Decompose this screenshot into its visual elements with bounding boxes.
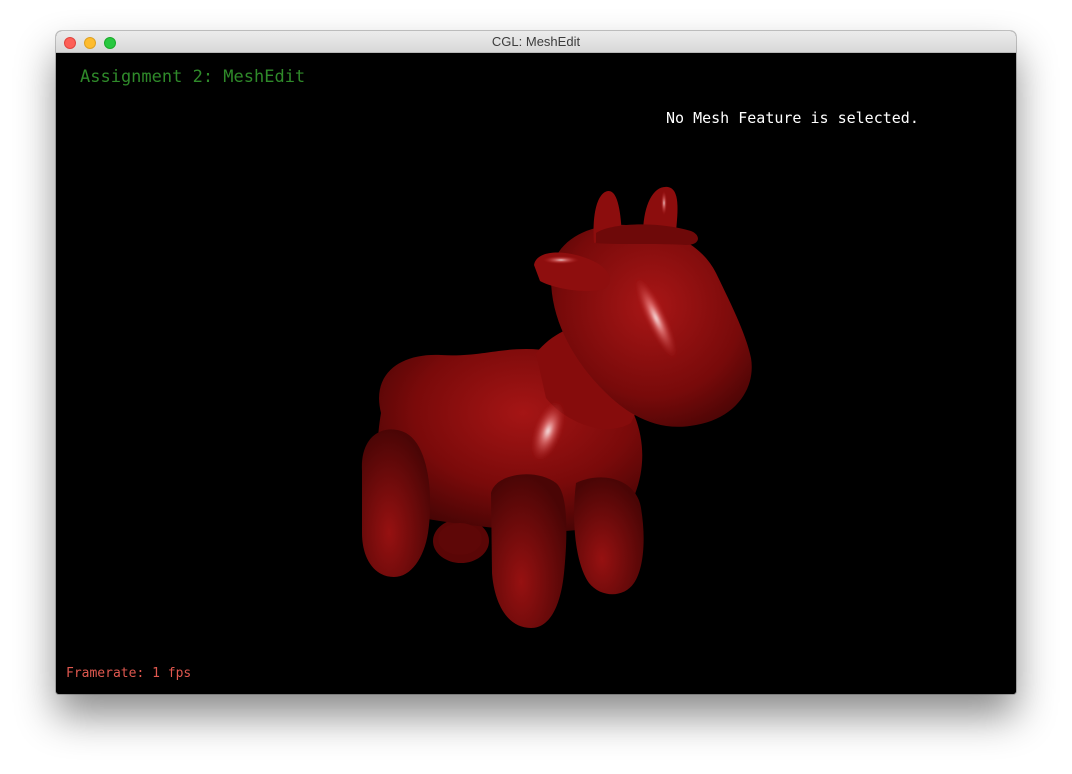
cow-leg-right: [574, 477, 644, 595]
cow-horn-shine: [661, 191, 667, 215]
cow-udder: [438, 523, 482, 555]
cow-ear-shine: [543, 256, 579, 264]
cow-leg-front-left: [361, 429, 431, 577]
render-viewport[interactable]: Assignment 2: MeshEdit No Mesh Feature i…: [56, 53, 1016, 694]
cow-leg-front-center: [491, 474, 567, 628]
selection-status: No Mesh Feature is selected.: [666, 109, 919, 127]
app-window: CGL: MeshEdit Assignment 2: MeshEdit No …: [56, 31, 1016, 694]
title-bar[interactable]: CGL: MeshEdit: [56, 31, 1016, 53]
framerate-readout: Framerate: 1 fps: [66, 666, 192, 681]
cow-horn-right: [643, 186, 678, 231]
assignment-heading: Assignment 2: MeshEdit: [80, 67, 306, 87]
window-title: CGL: MeshEdit: [491, 34, 581, 49]
cow-poll: [596, 224, 698, 245]
cow-mesh[interactable]: [56, 53, 1016, 694]
